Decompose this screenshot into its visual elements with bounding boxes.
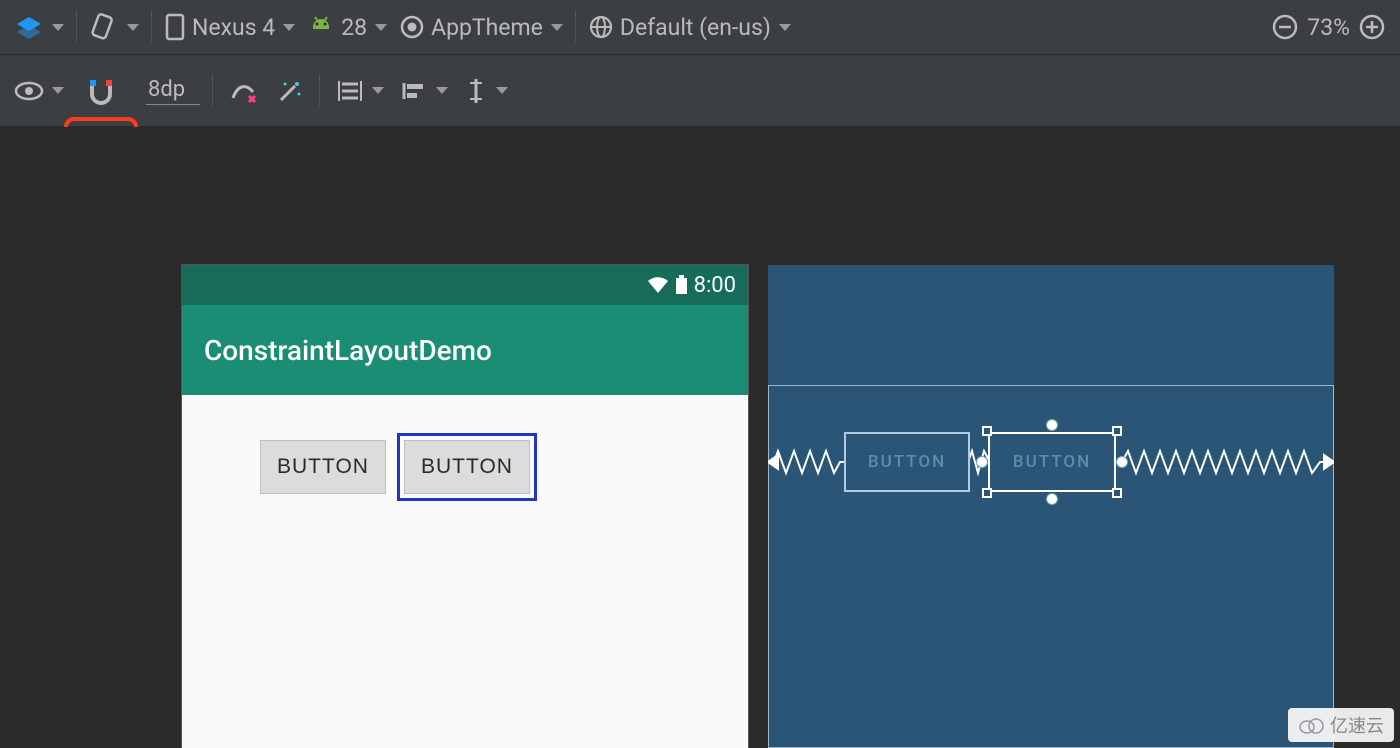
layout-content[interactable]: BUTTON BUTTON — [182, 395, 748, 748]
zoom-in-icon[interactable] — [1358, 13, 1386, 41]
align-dropdown[interactable] — [396, 77, 452, 105]
separator — [76, 12, 77, 42]
eye-icon — [14, 79, 44, 103]
chevron-down-icon — [127, 24, 139, 31]
clock-text: 8:00 — [694, 273, 736, 298]
status-bar: 8:00 — [182, 265, 748, 305]
design-toolbar: 8dp — [0, 55, 1400, 127]
app-title: ConstraintLayoutDemo — [204, 334, 492, 367]
pack-icon — [336, 78, 364, 104]
theme-icon — [399, 14, 425, 40]
watermark: 亿速云 — [1288, 708, 1394, 742]
resize-handle-tl[interactable] — [982, 426, 992, 436]
device-label: Nexus 4 — [192, 14, 275, 41]
constraint-handle-left[interactable] — [976, 456, 988, 468]
zoom-out-icon[interactable] — [1271, 13, 1299, 41]
constraint-handle-bottom[interactable] — [1046, 493, 1058, 505]
constraint-spring-right — [1116, 447, 1334, 477]
main-toolbar: Nexus 4 28 AppTheme Default (en-us) 73% — [0, 0, 1400, 55]
phone-icon — [164, 12, 186, 42]
separator — [151, 12, 152, 42]
align-icon — [400, 79, 428, 103]
theme-dropdown[interactable]: AppTheme — [395, 12, 567, 43]
blueprint-button-1[interactable]: BUTTON — [844, 432, 970, 492]
resize-handle-tr[interactable] — [1112, 426, 1122, 436]
resize-handle-br[interactable] — [1112, 488, 1122, 498]
rotate-icon — [89, 12, 119, 42]
api-label: 28 — [341, 14, 367, 41]
magnet-icon — [84, 76, 118, 106]
locale-label: Default (en-us) — [620, 14, 771, 41]
clear-constraints-button[interactable] — [225, 76, 263, 106]
battery-icon — [675, 275, 688, 295]
separator — [212, 76, 213, 106]
guidelines-dropdown[interactable] — [460, 75, 512, 107]
default-margin-input[interactable]: 8dp — [146, 77, 200, 105]
android-icon — [307, 13, 335, 41]
theme-label: AppTheme — [431, 14, 543, 41]
chevron-down-icon — [551, 24, 563, 31]
magic-wand-icon — [275, 78, 303, 104]
resize-handle-bl[interactable] — [982, 488, 992, 498]
api-dropdown[interactable]: 28 — [303, 11, 391, 43]
watermark-text: 亿速云 — [1330, 712, 1384, 738]
locale-dropdown[interactable]: Default (en-us) — [584, 12, 795, 43]
cloud-icon — [1298, 716, 1324, 734]
globe-icon — [588, 14, 614, 40]
design-canvas[interactable]: 8:00 ConstraintLayoutDemo BUTTON BUTTON … — [0, 127, 1400, 748]
autoconnect-toggle[interactable] — [76, 70, 126, 112]
clear-constraints-icon — [229, 78, 259, 104]
constraint-handle-top[interactable] — [1046, 419, 1058, 431]
orientation-dropdown[interactable] — [85, 10, 143, 44]
preview-button-1[interactable]: BUTTON — [260, 440, 386, 494]
preview-button-2[interactable]: BUTTON — [404, 440, 530, 494]
pack-dropdown[interactable] — [332, 76, 388, 106]
chevron-down-icon — [496, 87, 508, 94]
device-preview[interactable]: 8:00 ConstraintLayoutDemo BUTTON BUTTON — [182, 265, 748, 748]
constraint-spring-left — [768, 447, 846, 477]
separator — [319, 76, 320, 106]
chevron-down-icon — [52, 87, 64, 94]
guideline-icon — [464, 77, 488, 105]
layers-icon — [14, 12, 44, 42]
surfaces-dropdown[interactable] — [10, 10, 68, 44]
chevron-down-icon — [375, 24, 387, 31]
constraint-handle-right[interactable] — [1116, 456, 1128, 468]
chevron-down-icon — [436, 87, 448, 94]
chevron-down-icon — [372, 87, 384, 94]
app-bar: ConstraintLayoutDemo — [182, 305, 748, 395]
blueprint-button-2[interactable]: BUTTON — [988, 432, 1116, 492]
chevron-down-icon — [283, 24, 295, 31]
chevron-down-icon — [779, 24, 791, 31]
chevron-down-icon — [52, 24, 64, 31]
separator — [575, 12, 576, 42]
infer-constraints-button[interactable] — [271, 76, 307, 106]
view-options-dropdown[interactable] — [10, 77, 68, 105]
zoom-controls: 73% — [1271, 13, 1390, 41]
device-dropdown[interactable]: Nexus 4 — [160, 10, 299, 44]
blueprint-preview[interactable]: BUTTON BUTTON — [768, 265, 1334, 748]
zoom-value: 73% — [1307, 14, 1350, 41]
wifi-icon — [647, 276, 669, 294]
